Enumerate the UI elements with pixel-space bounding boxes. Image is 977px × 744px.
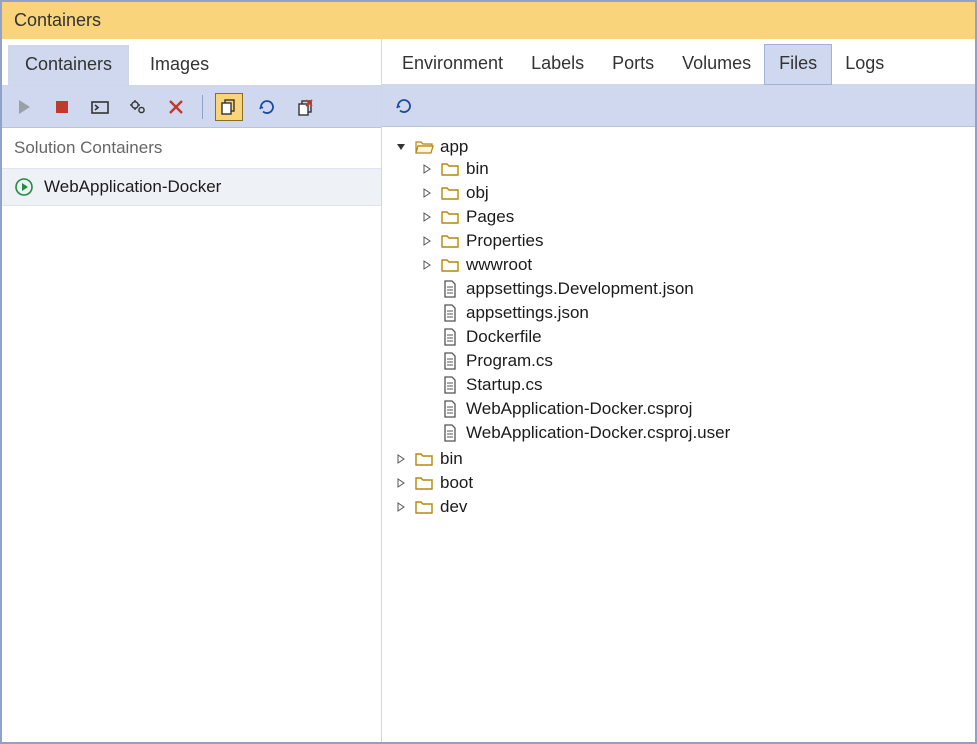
folder-node[interactable]: dev (394, 497, 971, 517)
node-label: appsettings.json (466, 303, 589, 323)
node-label: wwwroot (466, 255, 532, 275)
file-icon (440, 375, 460, 395)
node-label: WebApplication-Docker.csproj (466, 399, 692, 419)
node-label: Program.cs (466, 351, 553, 371)
node-label: app (440, 137, 468, 157)
prune-icon (295, 97, 315, 117)
expand-icon[interactable] (420, 210, 434, 224)
file-node[interactable]: Program.cs (420, 351, 971, 371)
refresh-icon (257, 97, 277, 117)
right-pane: EnvironmentLabelsPortsVolumesFilesLogs a… (382, 39, 975, 742)
detail-tabstrip: EnvironmentLabelsPortsVolumesFilesLogs (382, 39, 975, 85)
expand-icon[interactable] (420, 162, 434, 176)
file-node[interactable]: WebApplication-Docker.csproj.user (420, 423, 971, 443)
body: ContainersImages Solution Containers Web… (2, 39, 975, 742)
left-tabstrip: ContainersImages (2, 39, 381, 86)
folder-icon (440, 159, 460, 179)
delete-button[interactable] (162, 93, 190, 121)
file-icon (440, 423, 460, 443)
settings-button[interactable] (124, 93, 152, 121)
file-icon (440, 279, 460, 299)
folder-node[interactable]: Properties (420, 231, 971, 251)
toolbar-separator (202, 95, 203, 119)
gears-icon (128, 97, 148, 117)
expand-icon[interactable] (420, 186, 434, 200)
expand-icon[interactable] (394, 452, 408, 466)
file-node[interactable]: WebApplication-Docker.csproj (420, 399, 971, 419)
containers-window: Containers ContainersImages Solution Con… (0, 0, 977, 744)
tab-volumes[interactable]: Volumes (668, 45, 765, 84)
node-label: WebApplication-Docker.csproj.user (466, 423, 730, 443)
tab-environment[interactable]: Environment (388, 45, 517, 84)
tab-labels[interactable]: Labels (517, 45, 598, 84)
x-icon (166, 97, 186, 117)
running-icon (14, 177, 34, 197)
start-button[interactable] (10, 93, 38, 121)
folder-icon (440, 183, 460, 203)
expand-icon[interactable] (420, 234, 434, 248)
node-label: boot (440, 473, 473, 493)
collapse-icon[interactable] (394, 140, 408, 154)
folder-node[interactable]: boot (394, 473, 971, 493)
right-toolbar (382, 85, 975, 127)
folder-node[interactable]: bin (394, 449, 971, 469)
refresh-button[interactable] (253, 93, 281, 121)
file-node[interactable]: appsettings.Development.json (420, 279, 971, 299)
left-toolbar (2, 86, 381, 128)
node-label: Pages (466, 207, 514, 227)
section-header: Solution Containers (2, 128, 381, 168)
node-label: Startup.cs (466, 375, 543, 395)
file-node[interactable]: Startup.cs (420, 375, 971, 395)
attach-terminal-button[interactable] (86, 93, 114, 121)
folder-node[interactable]: app (394, 137, 971, 157)
play-icon (14, 97, 34, 117)
folder-icon (440, 255, 460, 275)
folder-icon (414, 473, 434, 493)
file-tree: appbinobjPagesPropertieswwwrootappsettin… (382, 127, 975, 742)
folder-icon (440, 231, 460, 251)
tab-images[interactable]: Images (133, 45, 226, 85)
node-label: bin (466, 159, 489, 179)
folder-icon (414, 449, 434, 469)
prune-button[interactable] (291, 93, 319, 121)
tab-ports[interactable]: Ports (598, 45, 668, 84)
file-icon (440, 399, 460, 419)
folder-node[interactable]: bin (420, 159, 971, 179)
node-label: obj (466, 183, 489, 203)
copy-icon (219, 97, 239, 117)
container-row[interactable]: WebApplication-Docker (2, 168, 381, 206)
left-pane: ContainersImages Solution Containers Web… (2, 39, 382, 742)
folder-node[interactable]: wwwroot (420, 255, 971, 275)
refresh-icon (394, 96, 414, 116)
folder-icon (414, 497, 434, 517)
node-label: bin (440, 449, 463, 469)
stop-button[interactable] (48, 93, 76, 121)
expand-icon[interactable] (394, 500, 408, 514)
window-title: Containers (2, 2, 975, 39)
node-label: dev (440, 497, 467, 517)
container-name: WebApplication-Docker (44, 177, 221, 197)
terminal-icon (90, 97, 110, 117)
folder-open-icon (414, 137, 434, 157)
node-label: Dockerfile (466, 327, 542, 347)
refresh-files-button[interactable] (390, 92, 418, 120)
file-icon (440, 303, 460, 323)
file-node[interactable]: Dockerfile (420, 327, 971, 347)
file-icon (440, 327, 460, 347)
stop-icon (52, 97, 72, 117)
expand-icon[interactable] (394, 476, 408, 490)
tab-containers[interactable]: Containers (8, 45, 129, 85)
file-icon (440, 351, 460, 371)
copy-button[interactable] (215, 93, 243, 121)
folder-icon (440, 207, 460, 227)
container-list: WebApplication-Docker (2, 168, 381, 742)
folder-node[interactable]: obj (420, 183, 971, 203)
folder-node[interactable]: Pages (420, 207, 971, 227)
node-label: Properties (466, 231, 543, 251)
tab-files[interactable]: Files (765, 45, 831, 84)
expand-icon[interactable] (420, 258, 434, 272)
file-node[interactable]: appsettings.json (420, 303, 971, 323)
tab-logs[interactable]: Logs (831, 45, 898, 84)
node-label: appsettings.Development.json (466, 279, 694, 299)
